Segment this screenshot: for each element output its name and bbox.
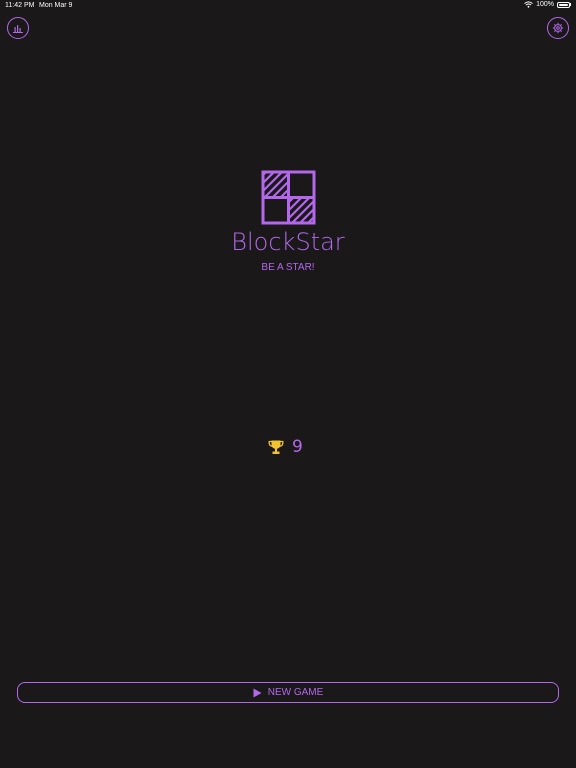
best-score: 9 — [268, 437, 303, 457]
new-game-button[interactable]: NEW GAME — [17, 682, 559, 703]
bar-chart-icon — [13, 25, 23, 33]
stats-button[interactable] — [7, 17, 29, 39]
settings-button[interactable] — [547, 17, 569, 39]
battery-tip — [570, 3, 571, 6]
trophy-icon — [268, 440, 284, 454]
app-title: BlockStar — [231, 228, 345, 256]
status-bar: 11:42 PM Mon Mar 9 100% — [0, 0, 576, 12]
wifi-icon — [524, 1, 533, 8]
battery-fill — [559, 3, 568, 6]
best-score-value: 9 — [292, 437, 303, 457]
new-game-label: NEW GAME — [267, 687, 324, 698]
battery-icon — [557, 1, 570, 8]
home-screen: 11:42 PM Mon Mar 9 100% BlockStar BE A S… — [0, 0, 576, 768]
battery-percent: 100% — [536, 1, 554, 8]
status-time: 11:42 PM — [5, 2, 35, 9]
blockstar-logo — [261, 170, 316, 225]
app-tagline: BE A STAR! — [261, 262, 315, 273]
status-right: 100% — [524, 1, 571, 8]
status-date: Mon Mar 9 — [39, 2, 73, 9]
play-icon — [253, 688, 262, 697]
gear-icon — [552, 22, 564, 34]
